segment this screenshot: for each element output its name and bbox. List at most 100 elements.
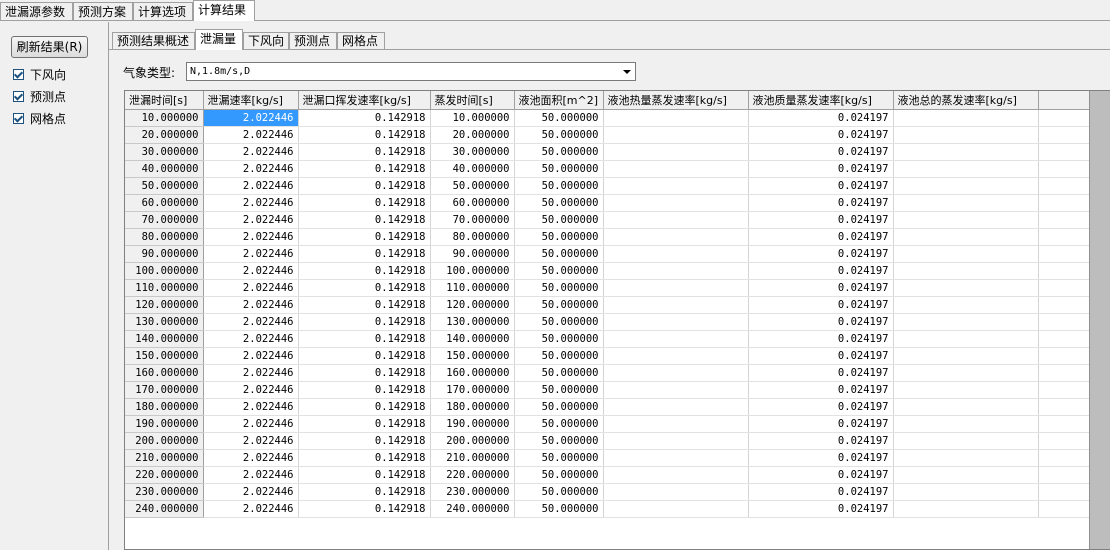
column-header[interactable]: 液池总的蒸发速率[kg/s] xyxy=(893,91,1039,110)
table-cell[interactable]: 0.142918 xyxy=(298,347,431,365)
table-cell[interactable]: 50.000000 xyxy=(514,245,604,263)
row-header-cell[interactable]: 180.000000 xyxy=(125,398,204,416)
table-cell[interactable]: 2.022446 xyxy=(203,432,299,450)
table-cell[interactable]: 2.022446 xyxy=(203,330,299,348)
table-cell[interactable] xyxy=(893,449,1039,467)
table-row[interactable]: 50.000000 2.022446 0.142918 50.000000 50.000… xyxy=(125,177,1090,195)
table-cell[interactable] xyxy=(603,466,749,484)
column-header[interactable]: 泄漏时间[s] xyxy=(125,91,204,110)
table-row[interactable]: 140.000000 2.022446 0.142918 140.000000 50.0… xyxy=(125,330,1090,348)
table-cell[interactable]: 2.022446 xyxy=(203,381,299,399)
table-cell[interactable]: 2.022446 xyxy=(203,211,299,229)
table-cell[interactable]: 0.024197 xyxy=(748,500,894,518)
table-cell[interactable] xyxy=(603,228,749,246)
table-cell[interactable] xyxy=(893,160,1039,178)
table-cell[interactable]: 0.142918 xyxy=(298,279,431,297)
table-cell[interactable] xyxy=(603,160,749,178)
table-row[interactable]: 170.000000 2.022446 0.142918 170.000000 50.0… xyxy=(125,381,1090,399)
table-cell[interactable]: 50.000000 xyxy=(514,347,604,365)
table-cell[interactable] xyxy=(603,313,749,331)
table-cell[interactable]: 150.000000 xyxy=(430,347,515,365)
tab-prediction-scheme[interactable]: 预测方案 xyxy=(73,2,133,20)
table-cell[interactable]: 0.142918 xyxy=(298,194,431,212)
table-cell[interactable]: 50.000000 xyxy=(514,262,604,280)
refresh-results-button[interactable]: 刷新结果(R) xyxy=(11,36,88,58)
table-row[interactable]: 60.000000 2.022446 0.142918 60.000000 50.000… xyxy=(125,194,1090,212)
table-cell[interactable]: 0.142918 xyxy=(298,415,431,433)
table-cell[interactable]: 140.000000 xyxy=(430,330,515,348)
table-cell[interactable]: 170.000000 xyxy=(430,381,515,399)
table-cell[interactable]: 0.142918 xyxy=(298,245,431,263)
column-header[interactable]: 泄漏口挥发速率[kg/s] xyxy=(298,91,431,110)
table-cell[interactable] xyxy=(893,143,1039,161)
table-cell[interactable] xyxy=(893,228,1039,246)
table-cell[interactable]: 220.000000 xyxy=(430,466,515,484)
table-cell[interactable] xyxy=(893,347,1039,365)
table-cell[interactable]: 200.000000 xyxy=(430,432,515,450)
row-header-cell[interactable]: 210.000000 xyxy=(125,449,204,467)
table-cell[interactable]: 0.142918 xyxy=(298,262,431,280)
tab-leak-amount[interactable]: 泄漏量 xyxy=(195,29,243,50)
table-cell[interactable]: 240.000000 xyxy=(430,500,515,518)
table-row[interactable]: 230.000000 2.022446 0.142918 230.000000 50.0… xyxy=(125,483,1090,501)
table-cell[interactable] xyxy=(603,432,749,450)
table-row[interactable]: 190.000000 2.022446 0.142918 190.000000 50.0… xyxy=(125,415,1090,433)
table-cell[interactable]: 0.142918 xyxy=(298,211,431,229)
table-cell[interactable]: 2.022446 xyxy=(203,177,299,195)
table-cell[interactable]: 2.022446 xyxy=(203,126,299,144)
table-cell[interactable]: 2.022446 xyxy=(203,415,299,433)
table-cell[interactable] xyxy=(893,109,1039,127)
table-cell[interactable] xyxy=(603,143,749,161)
table-cell[interactable]: 50.000000 xyxy=(514,466,604,484)
table-cell[interactable] xyxy=(893,262,1039,280)
table-cell[interactable]: 2.022446 xyxy=(203,483,299,501)
table-row[interactable]: 160.000000 2.022446 0.142918 160.000000 50.0… xyxy=(125,364,1090,382)
row-header-cell[interactable]: 240.000000 xyxy=(125,500,204,518)
table-cell[interactable]: 50.000000 xyxy=(514,211,604,229)
row-header-cell[interactable]: 110.000000 xyxy=(125,279,204,297)
table-cell[interactable] xyxy=(893,126,1039,144)
table-cell[interactable]: 2.022446 xyxy=(203,109,299,127)
row-header-cell[interactable]: 10.000000 xyxy=(125,109,204,127)
tab-prediction-points[interactable]: 预测点 xyxy=(289,32,337,49)
row-header-cell[interactable]: 20.000000 xyxy=(125,126,204,144)
table-cell[interactable]: 0.024197 xyxy=(748,262,894,280)
table-cell[interactable]: 60.000000 xyxy=(430,194,515,212)
checkbox-grid-points[interactable]: 网格点 xyxy=(13,110,66,126)
table-cell[interactable] xyxy=(603,211,749,229)
column-header[interactable]: 液池质量蒸发速率[kg/s] xyxy=(748,91,894,110)
table-cell[interactable]: 0.024197 xyxy=(748,177,894,195)
table-cell[interactable]: 2.022446 xyxy=(203,500,299,518)
table-cell[interactable]: 2.022446 xyxy=(203,143,299,161)
table-cell[interactable]: 0.024197 xyxy=(748,245,894,263)
table-row[interactable]: 10.000000 2.022446 0.142918 10.000000 50.000… xyxy=(125,109,1090,127)
table-cell[interactable] xyxy=(603,347,749,365)
table-cell[interactable] xyxy=(893,177,1039,195)
table-cell[interactable] xyxy=(893,245,1039,263)
table-cell[interactable]: 0.024197 xyxy=(748,109,894,127)
table-row[interactable]: 110.000000 2.022446 0.142918 110.000000 50.0… xyxy=(125,279,1090,297)
table-cell[interactable]: 50.000000 xyxy=(514,109,604,127)
table-cell[interactable]: 0.024197 xyxy=(748,296,894,314)
table-cell[interactable] xyxy=(893,194,1039,212)
table-cell[interactable]: 2.022446 xyxy=(203,449,299,467)
table-cell[interactable] xyxy=(603,126,749,144)
table-cell[interactable]: 100.000000 xyxy=(430,262,515,280)
table-cell[interactable]: 50.000000 xyxy=(514,415,604,433)
row-header-cell[interactable]: 220.000000 xyxy=(125,466,204,484)
table-cell[interactable] xyxy=(893,364,1039,382)
column-header[interactable]: 蒸发时间[s] xyxy=(430,91,515,110)
table-cell[interactable]: 130.000000 xyxy=(430,313,515,331)
column-header[interactable]: 泄漏速率[kg/s] xyxy=(203,91,299,110)
table-cell[interactable]: 0.142918 xyxy=(298,398,431,416)
checkbox-prediction-points[interactable]: 预测点 xyxy=(13,88,66,104)
table-cell[interactable]: 50.000000 xyxy=(514,432,604,450)
weather-type-select[interactable]: N,1.8m/s,D xyxy=(186,62,636,81)
table-cell[interactable] xyxy=(893,466,1039,484)
table-cell[interactable]: 2.022446 xyxy=(203,296,299,314)
table-cell[interactable] xyxy=(893,500,1039,518)
tab-results-overview[interactable]: 预测结果概述 xyxy=(112,32,195,49)
table-cell[interactable]: 50.000000 xyxy=(514,398,604,416)
table-row[interactable]: 100.000000 2.022446 0.142918 100.000000 50.0… xyxy=(125,262,1090,280)
table-cell[interactable]: 2.022446 xyxy=(203,160,299,178)
